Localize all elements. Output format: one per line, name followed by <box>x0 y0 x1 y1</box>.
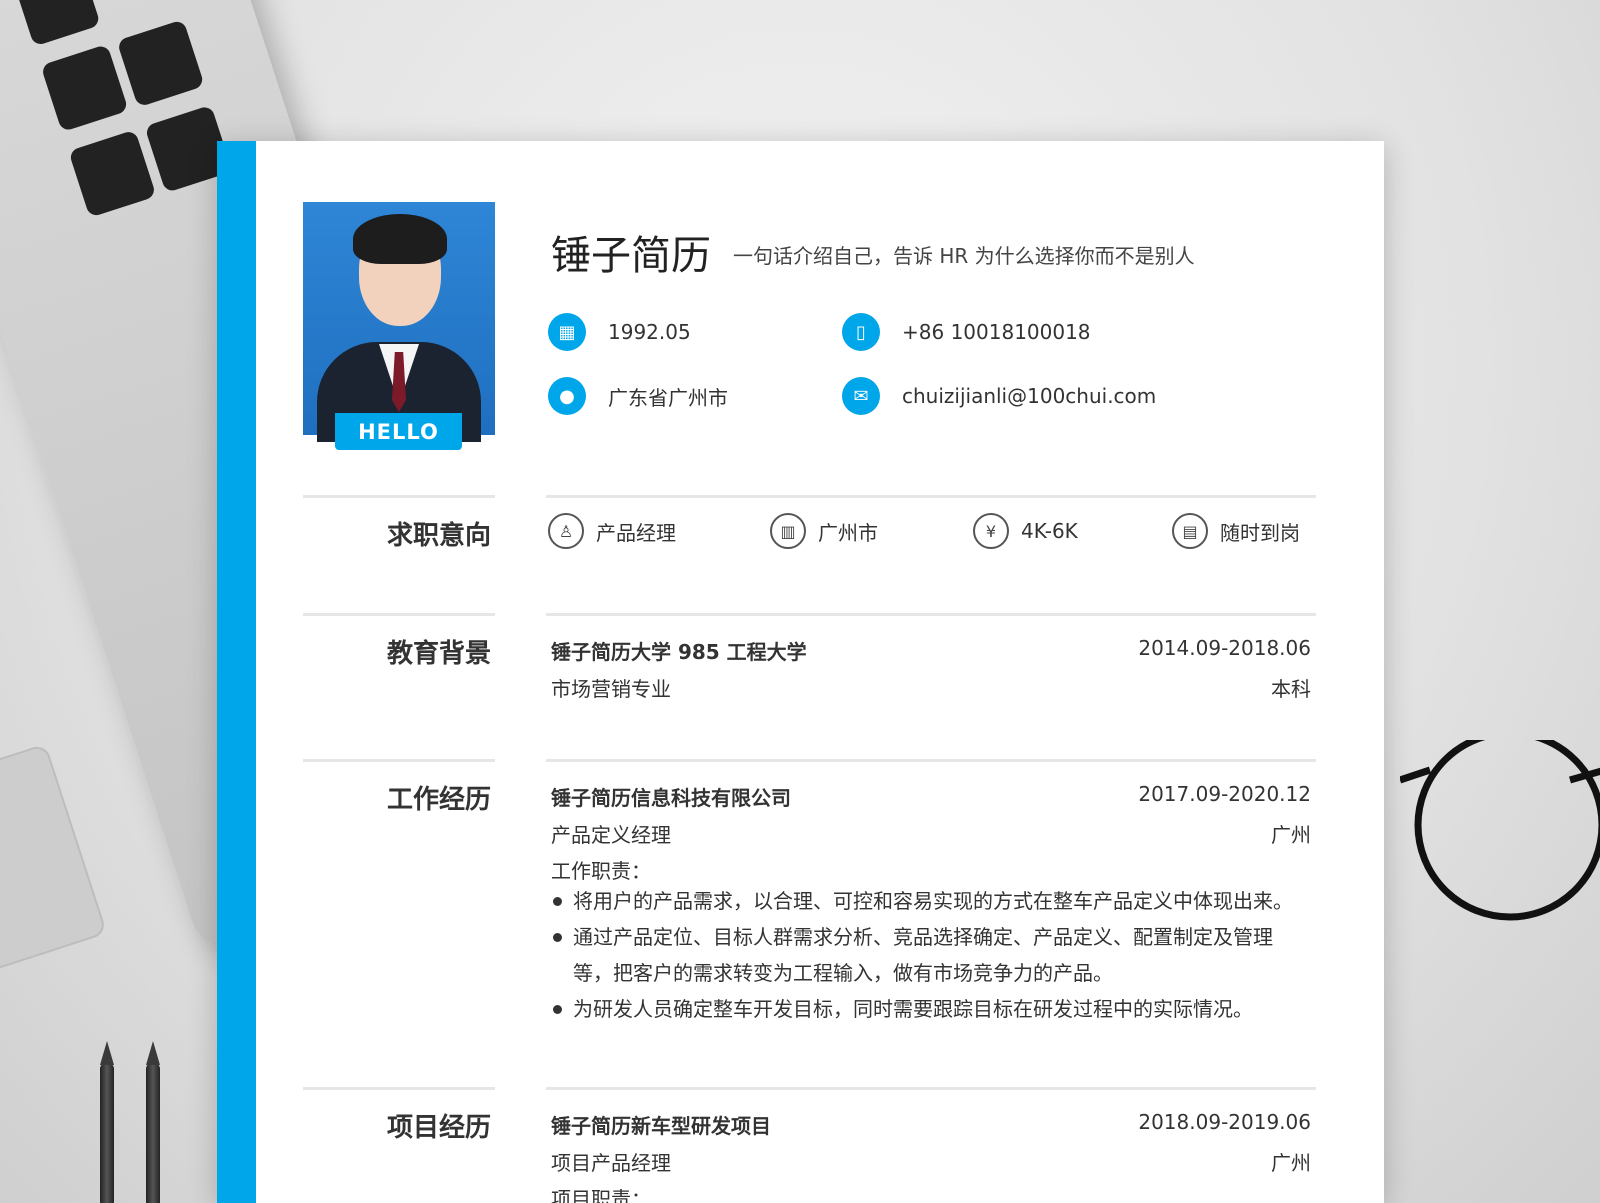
education-period: 2014.09-2018.06 <box>1138 636 1311 660</box>
divider <box>546 1087 1316 1090</box>
list-item: 为研发人员确定整车开发目标，同时需要跟踪目标在研发过程中的实际情况。 <box>551 991 1311 1027</box>
intent-salary: ¥ 4K-6K <box>973 513 1078 549</box>
project-period: 2018.09-2019.06 <box>1138 1110 1311 1134</box>
location-pin-icon: ● <box>548 377 586 415</box>
resume-page: HELLO 锤子简历 一句话介绍自己，告诉 HR 为什么选择你而不是别人 ▦ 1… <box>217 141 1384 1203</box>
phone-text: +86 10018100018 <box>902 320 1091 344</box>
mail-icon: ✉ <box>842 377 880 415</box>
email-text: chuizijianli@100chui.com <box>902 384 1157 408</box>
intent-position: ♙ 产品经理 <box>548 513 676 549</box>
person-walking-icon: ♙ <box>548 513 584 549</box>
degree-text: 本科 <box>1271 677 1311 701</box>
section-title-education: 教育背景 <box>386 639 491 669</box>
intent-availability: ▤ 随时到岗 <box>1172 513 1300 549</box>
intent-city: ▥ 广州市 <box>770 513 878 549</box>
birth-text: 1992.05 <box>608 320 691 344</box>
pencil-background <box>100 1041 114 1203</box>
building-icon: ▥ <box>770 513 806 549</box>
accent-sidebar <box>217 141 256 1203</box>
email-info: ✉ chuizijianli@100chui.com <box>842 377 1156 415</box>
work-duties-label: 工作职责： <box>551 859 651 883</box>
divider <box>546 495 1316 498</box>
divider <box>303 1087 495 1090</box>
location-text: 广东省广州市 <box>608 385 728 410</box>
list-item: 通过产品定位、目标人群需求分析、竞品选择确定、产品定义、配置制定及管理等，把客户… <box>551 919 1311 991</box>
divider <box>546 759 1316 762</box>
resume-tagline: 一句话介绍自己，告诉 HR 为什么选择你而不是别人 <box>733 244 1195 268</box>
phone-info: ▯ +86 10018100018 <box>842 313 1091 351</box>
list-item: 将用户的产品需求，以合理、可控和容易实现的方式在整车产品定义中体现出来。 <box>551 883 1311 919</box>
company-name: 锤子简历信息科技有限公司 <box>551 786 791 810</box>
calendar-icon: ▦ <box>548 313 586 351</box>
phone-icon: ▯ <box>842 313 880 351</box>
birth-info: ▦ 1992.05 <box>548 313 691 351</box>
divider <box>303 495 495 498</box>
work-role: 产品定义经理 <box>551 823 671 847</box>
divider <box>546 613 1316 616</box>
money-bag-icon: ¥ <box>973 513 1009 549</box>
pencil-background <box>146 1041 160 1203</box>
calendar-date-icon: ▤ <box>1172 513 1208 549</box>
project-role: 项目产品经理 <box>551 1151 671 1175</box>
divider <box>303 613 495 616</box>
major-text: 市场营销专业 <box>551 677 671 701</box>
work-period: 2017.09-2020.12 <box>1138 782 1311 806</box>
section-title-intent: 求职意向 <box>386 521 491 551</box>
divider <box>303 759 495 762</box>
school-name: 锤子简历大学 985 工程大学 <box>551 640 807 664</box>
section-title-work: 工作经历 <box>386 785 491 815</box>
photo-badge: HELLO <box>335 413 462 450</box>
profile-photo <box>303 202 495 442</box>
location-info: ● 广东省广州市 <box>548 377 728 415</box>
project-name: 锤子简历新车型研发项目 <box>551 1114 771 1138</box>
work-city: 广州 <box>1271 823 1311 847</box>
project-duties-label: 项目职责： <box>551 1187 651 1203</box>
project-city: 广州 <box>1271 1151 1311 1175</box>
resume-name: 锤子简历 <box>551 233 711 279</box>
laptop-trackpad <box>0 743 108 977</box>
glasses-background <box>1400 740 1600 921</box>
section-title-project: 项目经历 <box>386 1113 491 1143</box>
